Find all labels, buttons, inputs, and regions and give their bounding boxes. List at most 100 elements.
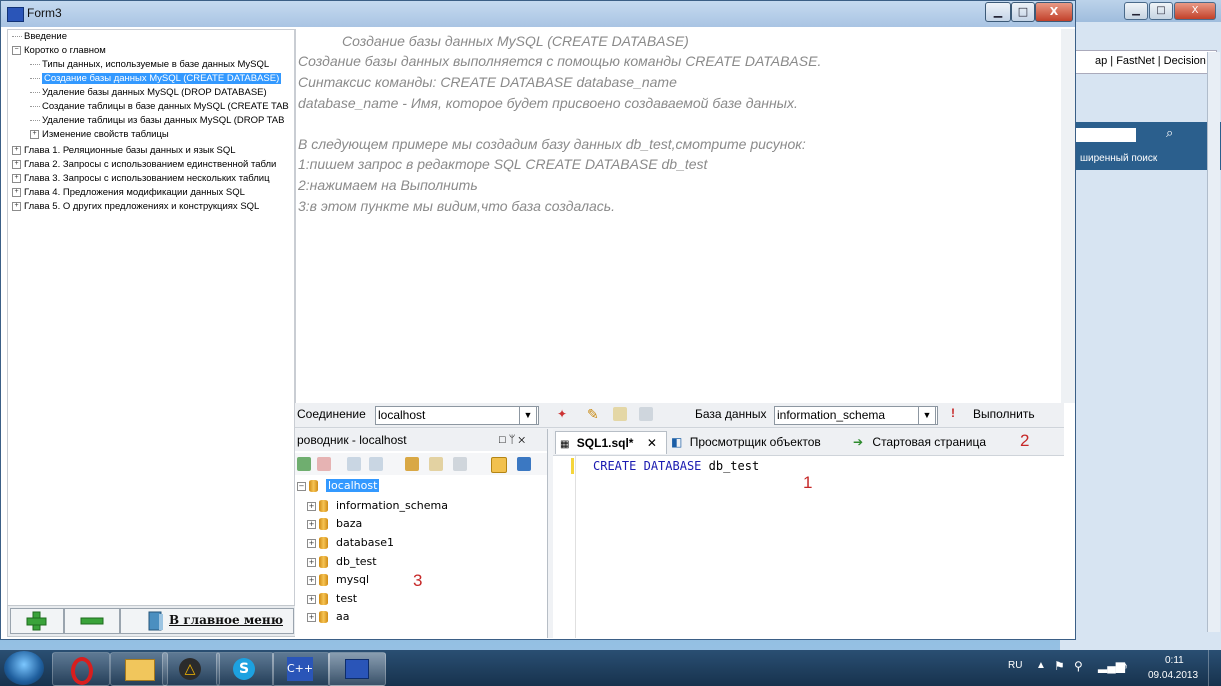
window-title: Form3 — [27, 6, 62, 20]
taskbar-skype[interactable]: S — [216, 652, 274, 686]
tab-start-page[interactable]: ➔ Стартовая страница — [853, 431, 986, 453]
object-viewer-icon: ◧ — [671, 435, 683, 449]
bg-advanced-search-link[interactable]: ширенный поиск — [1080, 153, 1157, 164]
main-menu-button[interactable]: В главное меню — [120, 608, 294, 634]
bg-scrollbar[interactable] — [1207, 52, 1220, 632]
tab-object-viewer[interactable]: ◧ Просмотрщик объектов — [671, 431, 821, 453]
remove-button[interactable] — [64, 608, 120, 634]
network-icon[interactable]: ⚲ — [1074, 659, 1083, 673]
content-scrollbar[interactable] — [1061, 29, 1075, 403]
tree-item[interactable]: + Глава 2. Запросы с использованием единс… — [12, 158, 276, 172]
book-icon — [148, 611, 163, 631]
taskbar-form3[interactable] — [328, 652, 386, 686]
script-icon[interactable] — [613, 407, 627, 421]
chevron-down-icon[interactable]: ▼ — [918, 406, 936, 425]
disconnect-icon[interactable] — [317, 457, 331, 471]
bg-close-button[interactable]: X — [1174, 2, 1216, 20]
properties-icon[interactable] — [491, 457, 507, 473]
tab-sql1[interactable]: ▦ SQL1.sql* ✕ — [555, 431, 667, 454]
bg-search-input[interactable] — [1076, 128, 1136, 142]
info-icon[interactable] — [517, 457, 531, 471]
article-line: 3:в этом пункте мы видим,что база создал… — [298, 198, 616, 214]
app-icon: △ — [179, 658, 201, 680]
close-icon[interactable]: ✕ — [647, 436, 657, 450]
db-tree-item[interactable]: + aa — [307, 608, 349, 626]
taskbar-explorer[interactable] — [110, 652, 168, 686]
app-icon — [7, 7, 24, 22]
signal-icon[interactable]: ▂▄▆ — [1098, 659, 1125, 673]
connection-label: Соединение — [297, 407, 366, 421]
cpp-builder-icon: C++ — [287, 657, 313, 681]
bottom-toolbar: В главное меню — [7, 605, 297, 637]
connection-combo[interactable]: localhost — [375, 406, 539, 425]
article-heading: Создание базы данных MySQL (CREATE DATAB… — [342, 33, 689, 49]
tree-item[interactable]: + Глава 4. Предложения модификации данных… — [12, 186, 245, 200]
db-tree-item[interactable]: + mysql — [307, 571, 369, 589]
sql-editor: ▦ SQL1.sql* ✕ ◧ Просмотрщик объектов ➔ С… — [553, 429, 1064, 638]
start-button[interactable] — [4, 651, 44, 685]
minimize-button[interactable]: ▁ — [985, 2, 1011, 22]
tree-item[interactable]: Типы данных, используемые в базе данных … — [30, 58, 269, 72]
pin-icon[interactable]: ✦ — [557, 407, 569, 421]
taskbar-opera[interactable] — [52, 652, 110, 686]
folder-icon — [125, 659, 155, 681]
clock-time[interactable]: 0:11 — [1165, 655, 1184, 666]
db-tree-item[interactable]: + test — [307, 590, 357, 608]
taskbar-app[interactable]: △ — [162, 652, 220, 686]
refresh-icon[interactable] — [639, 407, 653, 421]
explorer-toolbar — [295, 453, 547, 475]
tree-item-selected[interactable]: Создание базы данных MySQL (CREATE DATAB… — [30, 72, 282, 86]
tree-item[interactable]: Введение — [12, 30, 67, 44]
execute-button[interactable]: Выполнить — [973, 407, 1035, 421]
background-window: ▁ □ X ар | FastNet | Decision ⌕ ширенный… — [1060, 0, 1221, 650]
add-button[interactable] — [10, 608, 64, 634]
filter-icon[interactable] — [453, 457, 467, 471]
edit-object-icon[interactable] — [429, 457, 443, 471]
tree-item[interactable]: Удаление базы данных MySQL (DROP DATABAS… — [30, 86, 267, 100]
execute-icon: ! — [951, 406, 955, 420]
main-window: Form3 ▁ □ X Введение − Коротко о главном … — [0, 0, 1076, 640]
taskbar: △ S C++ RU ▲ ⚑ ⚲ ▂▄▆ ♪ 0:11 09.04.2013 — [0, 650, 1221, 686]
explorer-title: роводник - localhost — [297, 433, 407, 447]
flag-icon[interactable]: ⚑ — [1054, 659, 1065, 673]
back-icon[interactable] — [347, 457, 361, 471]
bg-maximize-button[interactable]: □ — [1149, 2, 1173, 20]
tree-item[interactable]: Удаление таблицы из базы данных MySQL (D… — [30, 114, 284, 128]
chevron-down-icon[interactable]: ▼ — [519, 406, 537, 425]
db-tree-item[interactable]: + database1 — [307, 534, 394, 552]
taskbar-cpp[interactable]: C++ — [272, 652, 330, 686]
maximize-button[interactable]: □ — [1011, 2, 1035, 22]
tree-item[interactable]: Создание таблицы в базе данных MySQL (CR… — [30, 100, 289, 114]
connect-icon[interactable] — [297, 457, 311, 471]
sql-toolbar: Соединение localhost ▼ ✦ ✎ База данных i… — [295, 403, 1064, 428]
clock-date[interactable]: 09.04.2013 — [1148, 670, 1198, 681]
db-tree-root[interactable]: − localhost — [297, 477, 380, 495]
annotation-1: 1 — [803, 473, 813, 492]
db-tree-item[interactable]: + information_schema — [307, 497, 448, 515]
tree-item[interactable]: + Глава 5. О других предложениях и констр… — [12, 200, 259, 214]
bg-tabs[interactable]: ар | FastNet | Decision — [1070, 50, 1217, 74]
tray-expand-icon[interactable]: ▲ — [1036, 660, 1046, 671]
bg-minimize-button[interactable]: ▁ — [1124, 2, 1148, 20]
language-indicator[interactable]: RU — [1008, 660, 1022, 671]
show-desktop-button[interactable] — [1208, 650, 1221, 686]
volume-icon[interactable]: ♪ — [1122, 659, 1128, 673]
tree-item[interactable]: + Изменение свойств таблицы — [30, 128, 169, 142]
forward-icon[interactable] — [369, 457, 383, 471]
article-line: 1:пишем запрос в редакторе SQL CREATE DA… — [298, 156, 708, 172]
close-button[interactable]: X — [1035, 2, 1073, 22]
sql-tool-image: Соединение localhost ▼ ✦ ✎ База данных i… — [295, 403, 1064, 638]
sql-code-line[interactable]: CREATE DATABASE db_test — [593, 459, 759, 473]
new-object-icon[interactable] — [405, 457, 419, 471]
opera-icon — [71, 657, 93, 685]
sql-edit-icon[interactable]: ✎ — [587, 406, 603, 422]
explorer-window-buttons[interactable]: □ ᛘ ✕ — [499, 429, 525, 451]
tree-item[interactable]: − Коротко о главном — [12, 44, 106, 58]
db-tree-item[interactable]: + baza — [307, 515, 362, 533]
tree-item[interactable]: + Глава 1. Реляционные базы данных и язык… — [12, 144, 236, 158]
database-combo[interactable]: information_schema — [774, 406, 938, 425]
annotation-2: 2 — [1020, 431, 1030, 450]
tree-item[interactable]: + Глава 3. Запросы с использованием неско… — [12, 172, 270, 186]
search-icon[interactable]: ⌕ — [1166, 126, 1186, 146]
db-tree-item[interactable]: + db_test — [307, 553, 377, 571]
